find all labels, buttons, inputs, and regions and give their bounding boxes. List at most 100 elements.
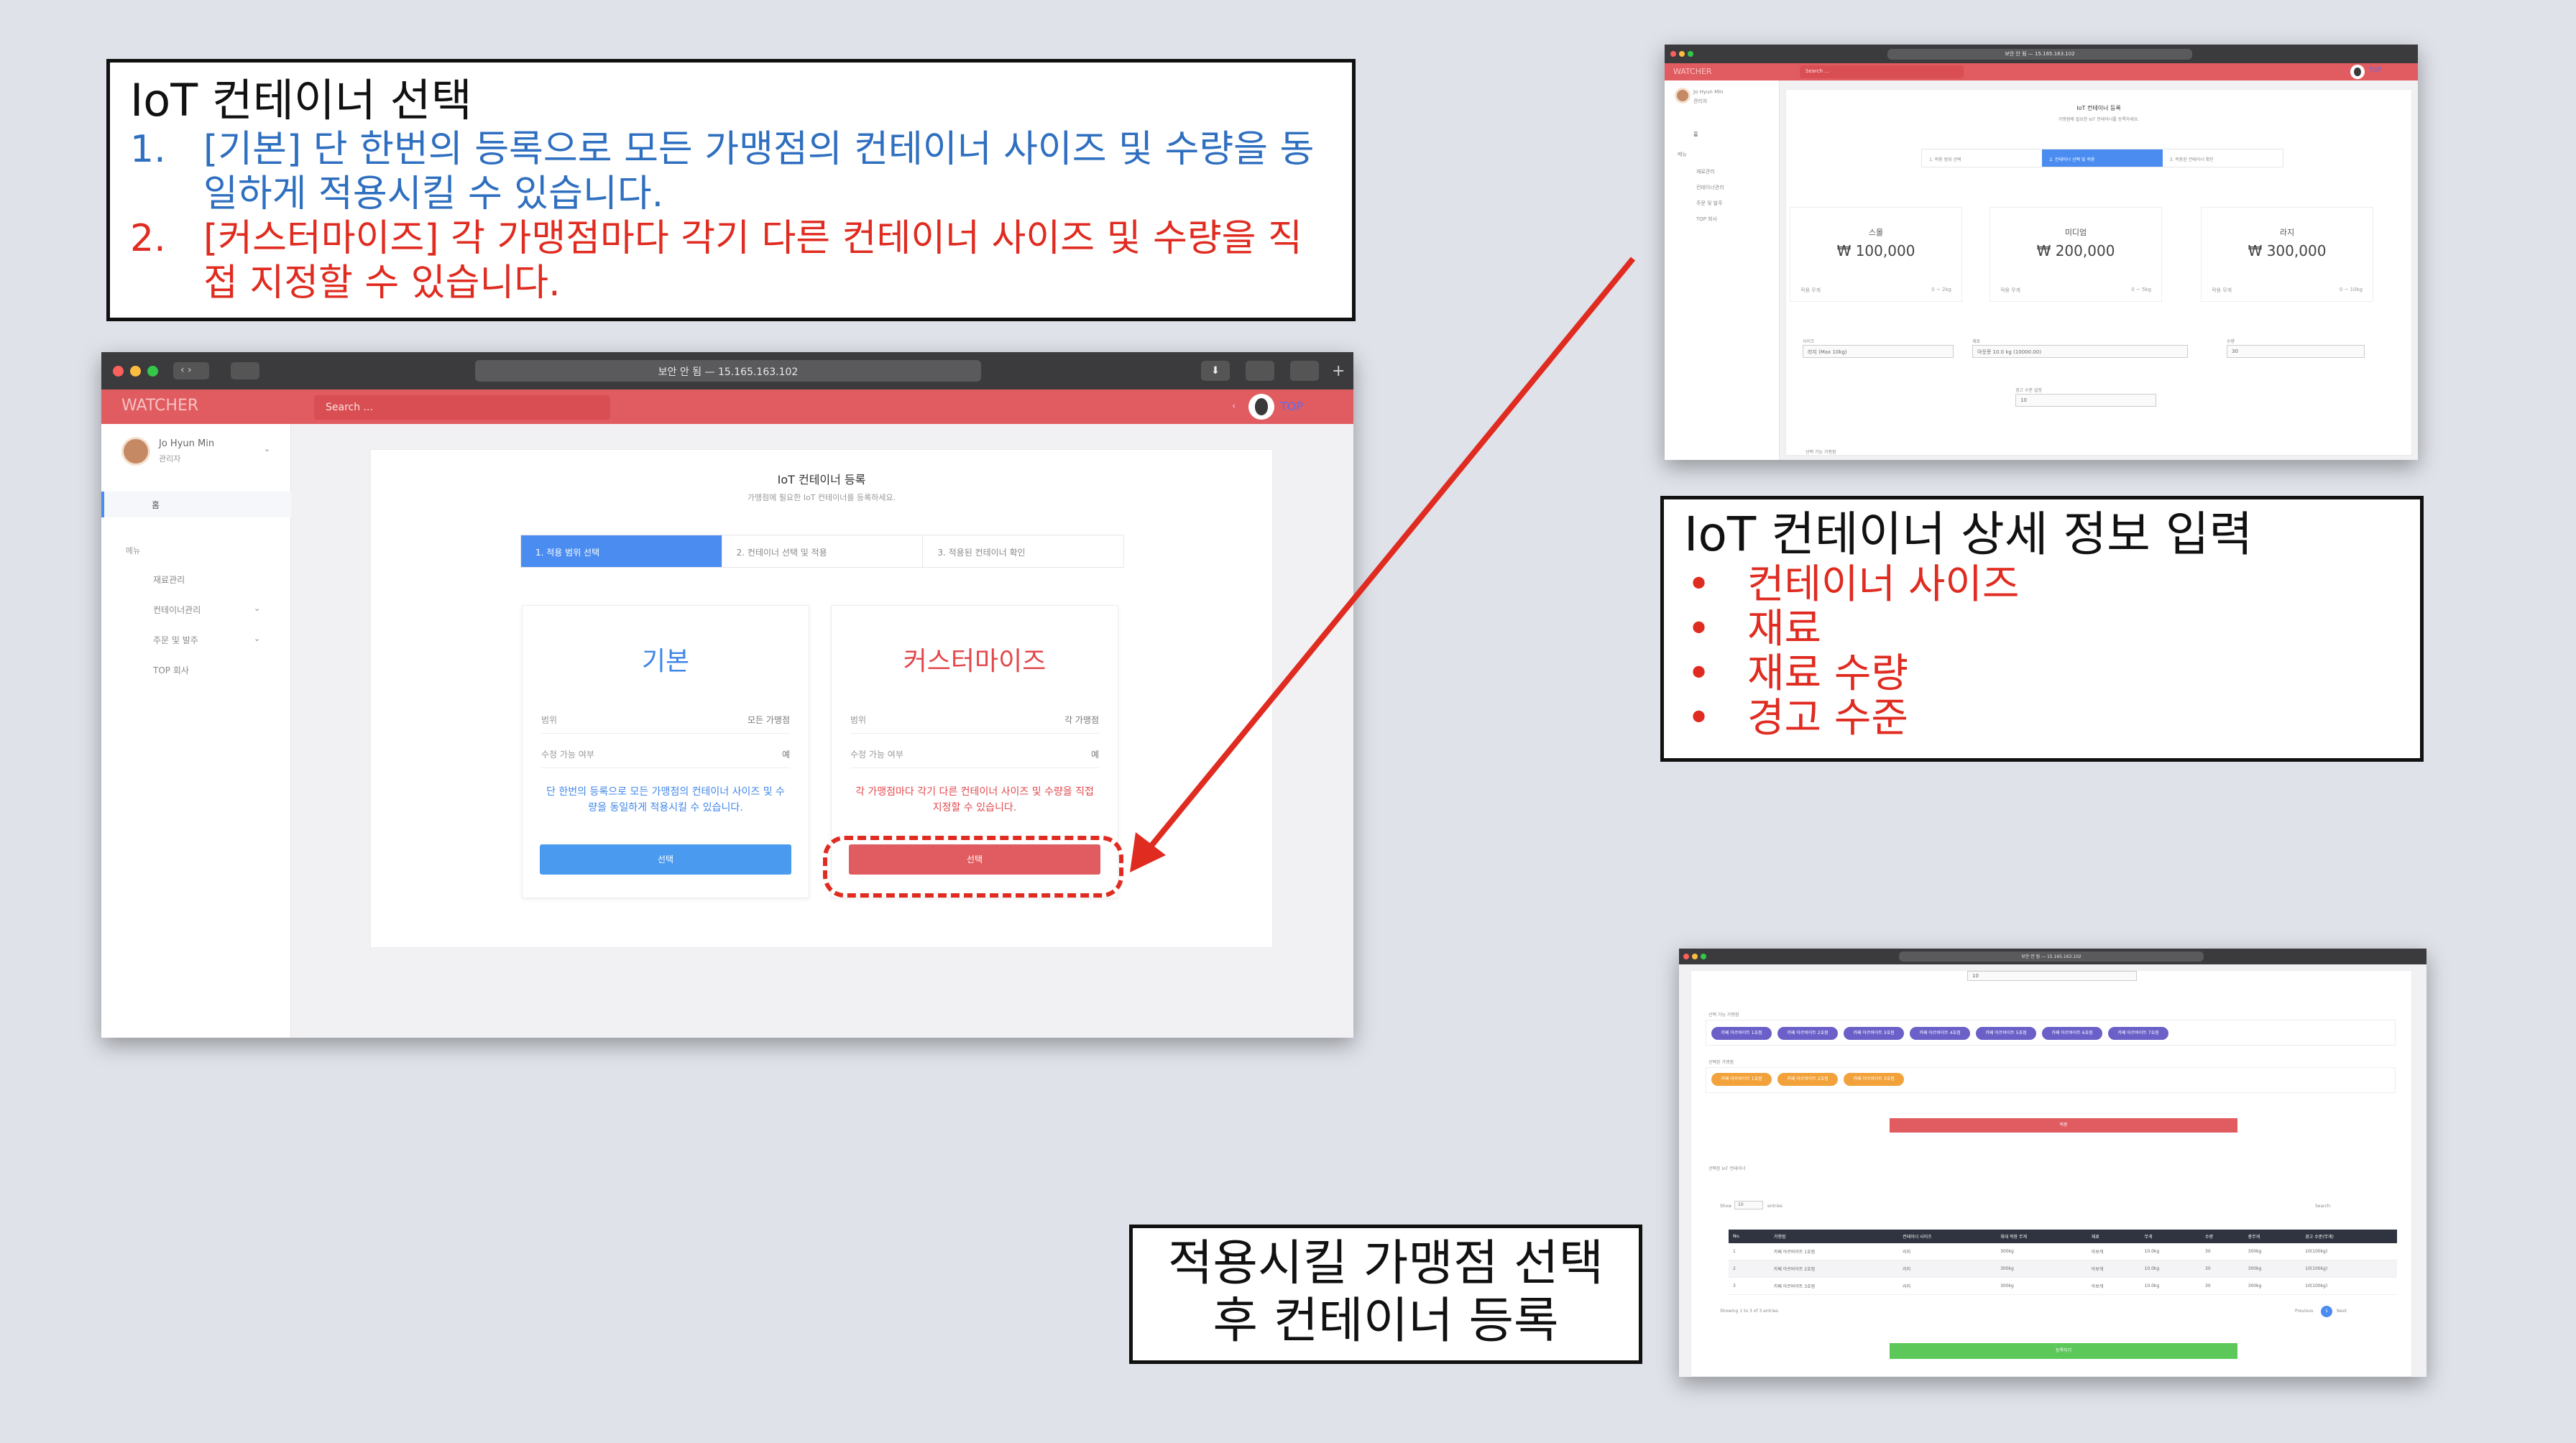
sidebar-item-materials[interactable]: 재료관리 [1696,168,1715,175]
selected-stores-label: 선택된 가맹점 [1708,1060,1734,1065]
store-pill[interactable]: 카페 아르바이트 7호점 [2108,1027,2168,1040]
maximize-window-icon[interactable] [1688,51,1693,57]
size-weight-label: 적용 무게 [2000,287,2020,293]
table-cell: 300kg [2243,1243,2301,1260]
available-stores-label: 선택 가능 가맹점 [1708,1013,1739,1018]
tab-step-3[interactable]: 3. 적용된 컨테이너 확인 [2163,149,2283,167]
column-header[interactable]: 가맹점 [1769,1230,1899,1243]
profile-avatar[interactable] [1675,88,1690,103]
pagination-previous[interactable]: Previous [2295,1309,2313,1314]
column-header[interactable]: 재료 [2087,1230,2140,1243]
store-pill[interactable]: 카페 아르바이트 3호점 [1844,1027,1904,1040]
column-header[interactable]: 무게 [2140,1230,2202,1243]
selected-store-pill[interactable]: 카페 아르바이트 3호점 [1844,1073,1904,1086]
sidebar-item-home[interactable]: 홈 [1693,131,1698,138]
sidebar: Jo Hyun Min 관리자 홈 메뉴 재료관리 컨테이너관리 주문 및 발주… [1665,80,1780,460]
callout-item: • 경고 수준 [1684,696,2400,741]
table-cell: 300kg [1996,1243,2087,1260]
search-input[interactable]: Search ... [1800,65,1964,78]
callout-container-detail: IoT 컨테이너 상세 정보 입력 • 컨테이너 사이즈 • 재료 • 재료 수량 •… [1660,496,2424,762]
sidebar-item-company[interactable]: TOP 회사 [1696,216,1717,223]
minimize-window-icon[interactable] [1692,954,1698,959]
store-pill[interactable]: 카페 아르바이트 4호점 [1910,1027,1970,1040]
close-window-icon[interactable] [1670,51,1676,57]
warning-level-select[interactable]: 10 [1967,971,2137,981]
table-cell: 라지 [1898,1260,1997,1278]
store-pill[interactable]: 카페 아르바이트 6호점 [2042,1027,2102,1040]
pagination-page[interactable]: 1 [2321,1306,2332,1317]
table-cell: 라지 [1898,1243,1997,1260]
browser-chrome: 보안 안 됨 — 15.165.163.102 [1679,949,2426,964]
table-cell: 10.0kg [2140,1260,2202,1278]
bullet-icon: • [1687,606,1711,653]
table-cell: 2 [1729,1260,1770,1278]
size-card-medium[interactable]: 미디엄 ₩ 200,000 적용 무게 0 ~ 5kg [1990,207,2162,302]
sidebar-item-orders[interactable]: 주문 및 발주 [1696,200,1723,207]
top-user-label[interactable]: TOP [2369,67,2382,74]
store-pill[interactable]: 카페 아르바이트 1호점 [1711,1027,1772,1040]
containers-table: No. 가맹점 컨테이너 사이즈 최대 적용 무게 재료 무게 수량 총무게 경… [1729,1230,2397,1295]
show-entries-label: Show [1720,1204,1732,1209]
selected-store-pill[interactable]: 카페 아르바이트 2호점 [1777,1073,1838,1086]
selected-store-pill[interactable]: 카페 아르바이트 1호점 [1711,1073,1772,1086]
store-pill[interactable]: 카페 아르바이트 2호점 [1777,1027,1838,1040]
table-cell: 300kg [1996,1277,2087,1295]
table-cell: 아보캐 [2087,1277,2140,1295]
column-header[interactable]: 최대 적용 무게 [1996,1230,2087,1243]
size-card-large[interactable]: 라지 ₩ 300,000 적용 무게 0 ~ 10kg [2201,207,2373,302]
table-cell: 3 [1729,1277,1770,1295]
table-cell: 10(100kg) [2301,1260,2397,1278]
size-select[interactable]: 라지 (Max 10kg) [1803,345,1954,358]
browser-chrome: 보안 안 됨 — 15.165.163.102 [1665,45,2418,63]
table-title: 선택된 IoT 컨테이너 [1708,1166,1746,1171]
quantity-select[interactable]: 30 [2227,345,2365,358]
table-cell: 300kg [2243,1260,2301,1278]
table-cell: 카페 아르바이트 2호점 [1769,1260,1899,1278]
register-button[interactable]: 등록하기 [1890,1343,2237,1359]
material-select-label: 재료 [1972,339,1981,344]
pagination-next[interactable]: Next [2337,1309,2347,1314]
column-header[interactable]: 수량 [2201,1230,2244,1243]
size-weight-range: 0 ~ 10kg [2339,287,2363,292]
tab-step-2[interactable]: 2. 컨테이너 선택 및 적용 [2042,149,2163,167]
column-header[interactable]: 총무게 [2243,1230,2301,1243]
size-weight-label: 적용 무게 [1800,287,1821,293]
table-cell: 10(100kg) [2301,1243,2397,1260]
size-name: 스몰 [1868,228,1884,237]
callout-line: 후 컨테이너 등록 [1213,1293,1559,1350]
size-price: ₩ 300,000 [2248,242,2327,259]
table-cell: 카페 아르바이트 3호점 [1769,1277,1899,1295]
column-header[interactable]: 경고 수준(무게) [2301,1230,2397,1243]
size-weight-label: 적용 무게 [2212,287,2232,293]
entries-select[interactable]: 10 [1734,1201,1763,1209]
size-weight-range: 0 ~ 2kg [1931,287,1951,292]
bullet-icon: • [1687,695,1711,742]
maximize-window-icon[interactable] [1701,954,1706,959]
bullet-icon: • [1687,650,1711,697]
callout-apply-stores: 적용시킬 가맹점 선택 후 컨테이너 등록 [1129,1225,1642,1364]
table-row: 3 카페 아르바이트 3호점 라지 300kg 아보캐 10.0kg 30 30… [1729,1277,2397,1295]
table-cell: 1 [1729,1243,1770,1260]
table-cell: 10.0kg [2140,1243,2202,1260]
minimize-window-icon[interactable] [1679,51,1685,57]
callout-item-text: 재료 수량 [1747,650,1908,697]
close-window-icon[interactable] [1683,954,1689,959]
table-row: 1 카페 아르바이트 1호점 라지 300kg 아보캐 10.0kg 30 30… [1729,1243,2397,1260]
material-select[interactable]: 아웃풋 10.0 kg (10000.00) [1972,345,2188,358]
tab-step-1[interactable]: 1. 적용 범위 선택 [1922,149,2042,167]
page-title: IoT 컨테이너 등록 [2076,105,2121,111]
table-row: 2 카페 아르바이트 2호점 라지 300kg 아보캐 10.0kg 30 30… [1729,1260,2397,1278]
profile-name: Jo Hyun Min [1693,89,1724,95]
callout-item: • 재료 [1684,607,2400,652]
column-header[interactable]: No. [1729,1230,1770,1243]
url-bar[interactable]: 보안 안 됨 — 15.165.163.102 [1887,49,2192,60]
column-header[interactable]: 컨테이너 사이즈 [1898,1230,1997,1243]
size-card-small[interactable]: 스몰 ₩ 100,000 적용 무게 0 ~ 2kg [1790,207,1962,302]
user-avatar[interactable] [2350,65,2365,79]
brand-logo[interactable]: WATCHER [1673,67,1712,76]
url-bar[interactable]: 보안 안 됨 — 15.165.163.102 [1899,951,2204,962]
apply-button[interactable]: 적용 [1890,1118,2237,1133]
warning-level-select[interactable]: 10 [2015,394,2156,407]
sidebar-item-containers[interactable]: 컨테이너관리 [1696,184,1724,191]
store-pill[interactable]: 카페 아르바이트 5호점 [1976,1027,2036,1040]
